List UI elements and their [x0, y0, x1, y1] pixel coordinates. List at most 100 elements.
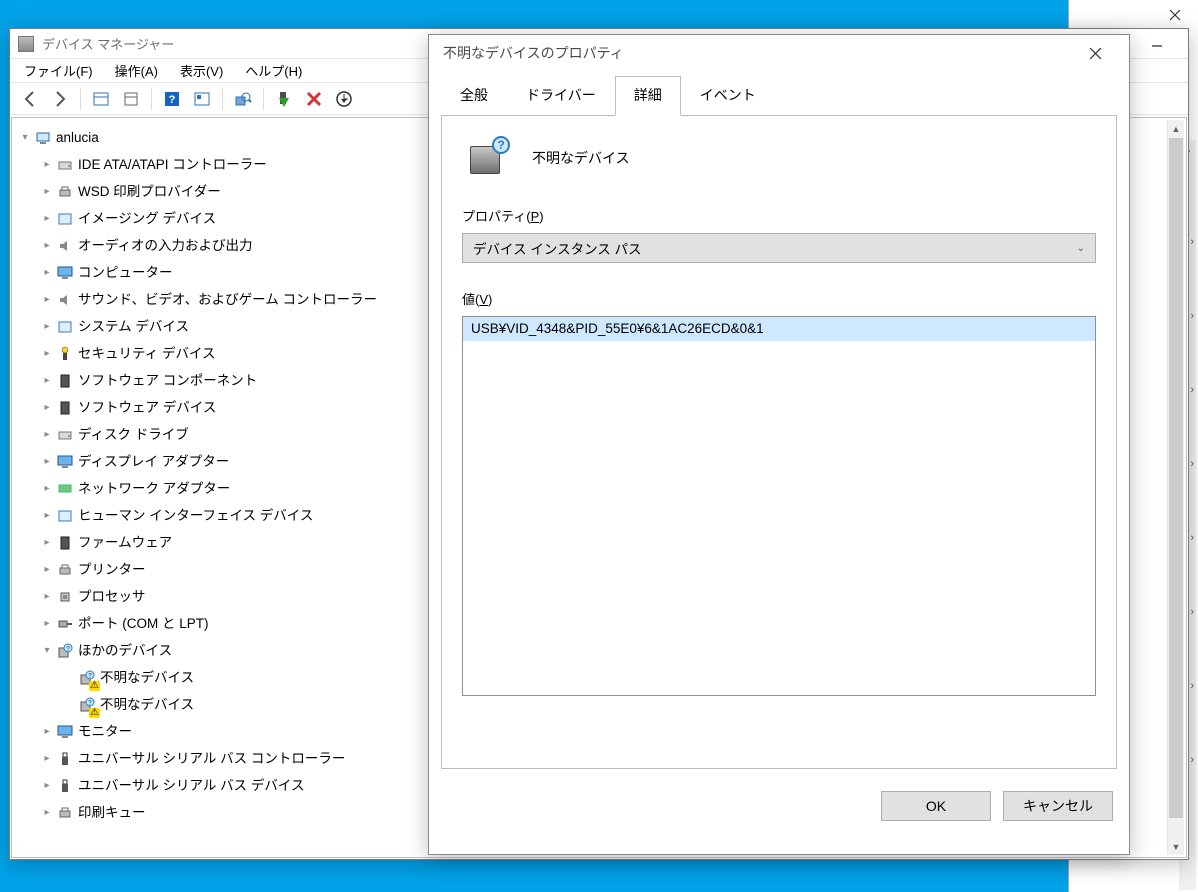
chevron-down-icon: ⌄	[1077, 243, 1085, 254]
tree-node-label: WSD 印刷プロバイダー	[78, 178, 221, 205]
svg-text:?: ?	[88, 673, 92, 680]
expander-icon[interactable]: ▸	[40, 502, 54, 529]
tree-node-label: ファームウェア	[78, 529, 172, 556]
scroll-up-icon[interactable]: ▲	[1168, 120, 1184, 137]
toolbar-separator	[222, 88, 223, 110]
expander-icon[interactable]: ▸	[40, 205, 54, 232]
svg-text:?: ?	[169, 94, 176, 106]
tree-node-label: ユニバーサル シリアル バス デバイス	[78, 772, 304, 799]
disk-icon	[56, 156, 74, 174]
nav-back-button[interactable]	[16, 86, 44, 112]
disk-icon	[56, 426, 74, 444]
cpu-icon	[56, 588, 74, 606]
unknown-device-icon: ?	[468, 138, 508, 178]
expander-icon[interactable]: ▾	[18, 124, 32, 151]
computer-icon	[34, 129, 52, 147]
menu-action[interactable]: 操作(A)	[105, 59, 168, 82]
expander-icon[interactable]: ▸	[40, 475, 54, 502]
expander-icon[interactable]: ▸	[40, 448, 54, 475]
value-listbox[interactable]: USB¥VID_4348&PID_55E0¥6&1AC26ECD&0&1	[462, 316, 1096, 696]
device-properties-dialog: 不明なデバイスのプロパティ 全般 ドライバー 詳細 イベント ? 不明なデバイス…	[428, 34, 1130, 855]
scroll-down-icon[interactable]: ▼	[1168, 838, 1184, 855]
printer-icon	[56, 561, 74, 579]
menu-help[interactable]: ヘルプ(H)	[235, 59, 312, 82]
dialog-title: 不明なデバイスのプロパティ	[443, 43, 624, 63]
nav-forward-button[interactable]	[46, 86, 74, 112]
tree-node-label: ネットワーク アダプター	[78, 475, 230, 502]
expander-icon[interactable]: ▸	[40, 313, 54, 340]
tab-details[interactable]: 詳細	[615, 76, 681, 116]
usb-icon	[56, 777, 74, 795]
monitor-icon	[56, 264, 74, 282]
tree-node-label: ヒューマン インターフェイス デバイス	[78, 502, 313, 529]
expander-icon[interactable]: ▸	[40, 232, 54, 259]
tree-node-label: ユニバーサル シリアル バス コントローラー	[78, 745, 345, 772]
update-driver-button[interactable]	[330, 86, 358, 112]
expander-icon[interactable]: ▸	[40, 394, 54, 421]
speaker-icon	[56, 291, 74, 309]
tree-node-label: プロセッサ	[78, 583, 146, 610]
device-icon	[56, 507, 74, 525]
scrollbar-thumb[interactable]	[1169, 138, 1183, 818]
close-button-bgwin[interactable]	[1152, 0, 1198, 30]
scan-hardware-button[interactable]	[229, 86, 257, 112]
vertical-scrollbar[interactable]: ▲ ▼	[1167, 120, 1184, 855]
tree-node-label: コンピューター	[78, 259, 173, 286]
tree-node-label: 印刷キュー	[78, 799, 146, 826]
background-ticks: ››››››››	[1190, 236, 1194, 766]
device-wizard-button[interactable]	[188, 86, 216, 112]
port-icon	[56, 615, 74, 633]
tree-node-label: モニター	[78, 718, 132, 745]
tab-events[interactable]: イベント	[681, 76, 775, 116]
tree-node-label: サウンド、ビデオ、およびゲーム コントローラー	[78, 286, 377, 313]
expander-icon[interactable]: ▸	[40, 340, 54, 367]
show-hide-tree-button[interactable]	[87, 86, 115, 112]
properties-button[interactable]	[117, 86, 145, 112]
tree-node-label: 不明なデバイス	[100, 691, 194, 718]
expander-icon[interactable]: ▸	[40, 529, 54, 556]
tree-node-label: プリンター	[78, 556, 146, 583]
expander-icon[interactable]: ▸	[40, 799, 54, 826]
expander-icon[interactable]: ▸	[40, 718, 54, 745]
expander-icon[interactable]: ▸	[40, 421, 54, 448]
expander-icon[interactable]: ▾	[40, 637, 54, 664]
dialog-titlebar[interactable]: 不明なデバイスのプロパティ	[429, 35, 1129, 71]
value-row[interactable]: USB¥VID_4348&PID_55E0¥6&1AC26ECD&0&1	[463, 317, 1095, 341]
menu-file[interactable]: ファイル(F)	[14, 59, 103, 82]
expander-icon[interactable]: ▸	[40, 556, 54, 583]
expander-icon[interactable]: ▸	[40, 259, 54, 286]
property-dropdown[interactable]: デバイス インスタンス パス ⌄	[462, 233, 1096, 263]
help-button[interactable]: ?	[158, 86, 186, 112]
network-icon	[56, 480, 74, 498]
tab-driver[interactable]: ドライバー	[507, 76, 615, 116]
tree-node-label: ディスク ドライブ	[78, 421, 189, 448]
tree-node-label: オーディオの入力および出力	[78, 232, 253, 259]
expander-icon[interactable]: ▸	[40, 178, 54, 205]
cancel-button[interactable]: キャンセル	[1003, 791, 1113, 821]
uninstall-device-button[interactable]	[300, 86, 328, 112]
menu-view[interactable]: 表示(V)	[170, 59, 233, 82]
tree-node-label: セキュリティ デバイス	[78, 340, 216, 367]
expander-icon[interactable]: ▸	[40, 367, 54, 394]
minimize-button[interactable]	[1134, 28, 1180, 56]
dialog-button-row: OK キャンセル	[429, 781, 1129, 821]
tree-node-label: ソフトウェア デバイス	[78, 394, 216, 421]
expander-icon[interactable]: ▸	[40, 286, 54, 313]
tabstrip: 全般 ドライバー 詳細 イベント	[429, 75, 1129, 115]
svg-text:?: ?	[66, 646, 70, 653]
ok-button[interactable]: OK	[881, 791, 991, 821]
tree-node-label: IDE ATA/ATAPI コントローラー	[78, 151, 267, 178]
expander-icon[interactable]: ▸	[40, 151, 54, 178]
tab-general[interactable]: 全般	[441, 76, 507, 116]
software-icon	[56, 534, 74, 552]
expander-icon[interactable]: ▸	[40, 772, 54, 799]
enable-device-button[interactable]	[270, 86, 298, 112]
tree-node-label: ディスプレイ アダプター	[78, 448, 229, 475]
close-button[interactable]	[1075, 37, 1115, 69]
monitor-icon	[56, 723, 74, 741]
unknown-device-icon: ?	[78, 669, 96, 687]
expander-icon[interactable]: ▸	[40, 610, 54, 637]
value-label: 値(V)	[462, 289, 1096, 308]
expander-icon[interactable]: ▸	[40, 583, 54, 610]
expander-icon[interactable]: ▸	[40, 745, 54, 772]
